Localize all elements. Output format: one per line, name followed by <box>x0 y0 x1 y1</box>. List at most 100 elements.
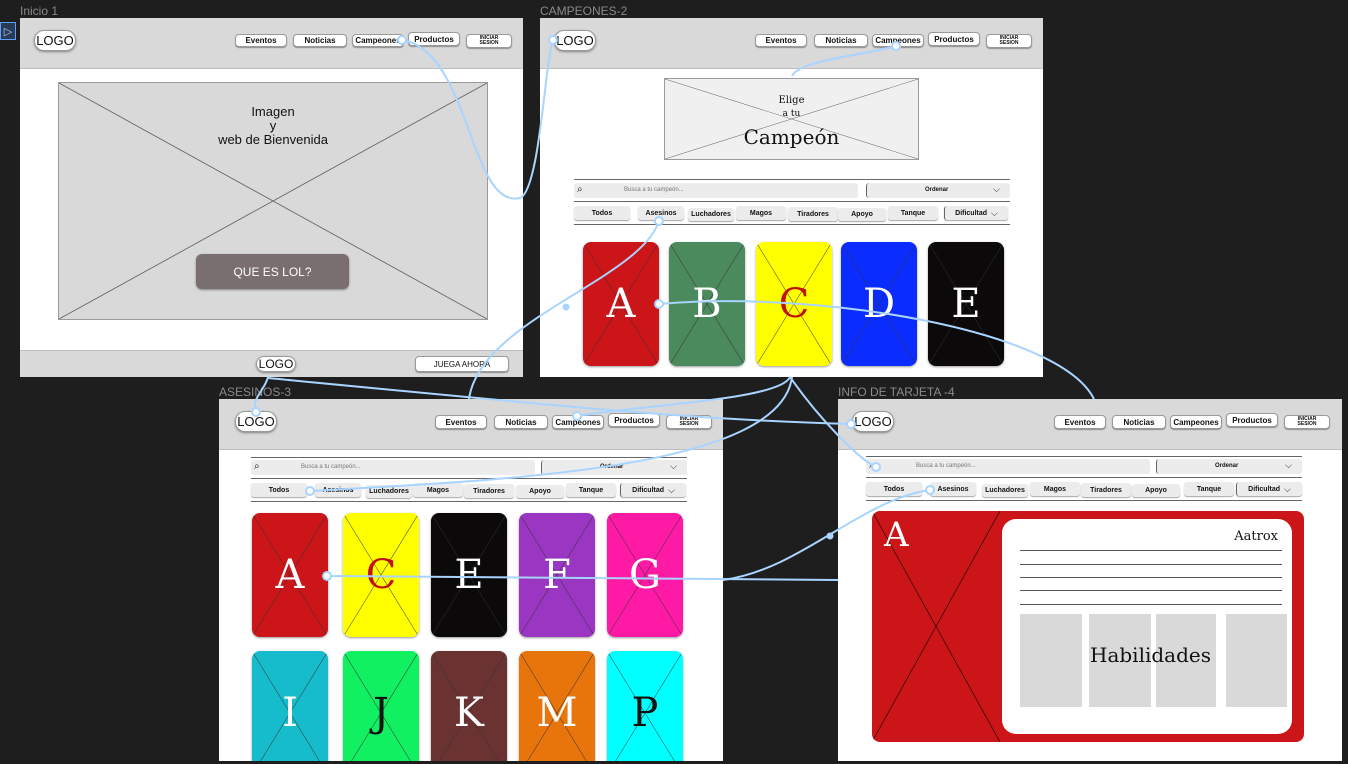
ability-slot[interactable] <box>1020 614 1082 707</box>
logo[interactable]: LOGO <box>235 411 277 432</box>
filter-tanque[interactable]: Tanque <box>888 206 938 220</box>
chevron-down-icon: ⌵ <box>670 461 677 471</box>
abilities-title: Habilidades <box>1090 643 1211 667</box>
search-input[interactable]: ⌕ Busca a tu campeón... <box>574 183 858 198</box>
navbar: LOGO Eventos Noticias Campeones Producto… <box>20 18 523 69</box>
frame-label-inicio[interactable]: Inicio 1 <box>20 4 58 18</box>
search-placeholder: Busca a tu campeón... <box>301 464 361 470</box>
nav-productos-button[interactable]: Productos <box>608 413 660 427</box>
play-flow-icon[interactable]: ▷ <box>0 22 16 40</box>
nav-campeones-button[interactable]: Campeones <box>352 34 404 47</box>
champion-card[interactable]: C <box>756 242 832 366</box>
champion-card[interactable]: P <box>607 651 683 761</box>
filter-asesinos[interactable]: Asesinos <box>638 206 684 220</box>
champion-card[interactable]: B <box>669 242 745 366</box>
ability-slot[interactable] <box>1226 614 1287 707</box>
frame-label-campeones[interactable]: CAMPEONES-2 <box>540 4 627 18</box>
filter-magos[interactable]: Magos <box>736 206 786 220</box>
champion-card[interactable]: G <box>607 513 683 637</box>
chevron-down-icon: ⌵ <box>668 484 675 495</box>
champion-name: Aatrox <box>1234 529 1278 544</box>
nav-eventos-button[interactable]: Eventos <box>1054 415 1106 429</box>
chevron-down-icon: ⌵ <box>1285 460 1292 470</box>
champion-card[interactable]: C <box>343 513 419 637</box>
champion-card[interactable]: A <box>252 513 328 637</box>
nav-campeones-button[interactable]: Campeones <box>1170 415 1222 429</box>
logo[interactable]: LOGO <box>34 30 76 51</box>
filter-todos[interactable]: Todos <box>574 206 630 220</box>
chevron-down-icon: ⌵ <box>991 207 998 218</box>
frame-label-asesinos[interactable]: ASESINOS-3 <box>219 385 291 399</box>
frame-asesinos: LOGO Eventos Noticias Campeones Producto… <box>219 399 723 761</box>
nav-campeones-button[interactable]: Campeones <box>552 415 604 429</box>
nav-campeones-button[interactable]: Campeones <box>872 34 924 47</box>
filter-luchadores[interactable]: Luchadores <box>982 484 1028 497</box>
filter-todos[interactable]: Todos <box>866 482 922 496</box>
search-input[interactable]: ⌕ Busca a tu campeón... <box>866 459 1150 474</box>
nav-noticias-button[interactable]: Noticias <box>1112 415 1166 429</box>
filter-tiradores[interactable]: Tiradores <box>788 207 838 221</box>
champion-card[interactable]: D <box>841 242 917 366</box>
filter-luchadores[interactable]: Luchadores <box>688 208 734 221</box>
filter-magos[interactable]: Magos <box>1030 482 1080 496</box>
search-icon: ⌕ <box>577 184 583 195</box>
filter-tiradores[interactable]: Tiradores <box>464 484 514 498</box>
filter-dificultad[interactable]: Dificultad ⌵ <box>1236 482 1302 496</box>
filter-tanque[interactable]: Tanque <box>1184 482 1234 496</box>
nav-noticias-button[interactable]: Noticias <box>494 415 548 429</box>
champion-card-letter: C <box>365 552 397 598</box>
sort-dropdown[interactable]: Ordenar ⌵ <box>541 460 687 475</box>
filter-apoyo[interactable]: Apoyo <box>516 485 564 498</box>
footer-logo[interactable]: LOGO <box>256 356 296 372</box>
filter-dificultad-label: Dificultad <box>632 486 665 494</box>
filter-asesinos[interactable]: Asesinos <box>315 483 361 497</box>
frame-label-info[interactable]: INFO DE TARJETA -4 <box>838 385 955 399</box>
nav-noticias-button[interactable]: Noticias <box>293 34 347 47</box>
frame-campeones: LOGO Eventos Noticias Campeones Producto… <box>540 18 1043 377</box>
champion-card[interactable]: F <box>519 513 595 637</box>
hero-text: Imagen y web de Bienvenida <box>59 105 487 147</box>
filter-todos[interactable]: Todos <box>251 483 307 497</box>
logo[interactable]: LOGO <box>852 411 894 432</box>
nav-noticias-button[interactable]: Noticias <box>814 34 868 47</box>
champion-card[interactable]: E <box>928 242 1004 366</box>
champion-detail-card: A Aatrox Habilidades <box>872 511 1304 742</box>
nav-login-button[interactable]: INICIAR SESION <box>466 34 512 48</box>
champion-card[interactable]: K <box>431 651 507 761</box>
filter-asesinos[interactable]: Asesinos <box>930 482 976 496</box>
filter-apoyo[interactable]: Apoyo <box>838 208 886 221</box>
champion-card[interactable]: M <box>519 651 595 761</box>
card-letter: A <box>884 515 909 555</box>
juega-ahora-button[interactable]: JUEGA AHORA <box>415 356 509 372</box>
nav-productos-button[interactable]: Productos <box>928 32 980 46</box>
filter-dificultad[interactable]: Dificultad ⌵ <box>944 206 1008 220</box>
nav-eventos-button[interactable]: Eventos <box>235 34 287 47</box>
champion-card[interactable]: J <box>343 651 419 761</box>
filter-dificultad[interactable]: Dificultad ⌵ <box>620 483 686 497</box>
banner-line2: a tu <box>782 109 801 119</box>
champion-card[interactable]: E <box>431 513 507 637</box>
search-input[interactable]: ⌕ Busca a tu campeón... <box>251 460 535 475</box>
nav-eventos-button[interactable]: Eventos <box>755 34 807 47</box>
nav-productos-button[interactable]: Productos <box>408 32 460 46</box>
champion-card-letter: D <box>862 281 896 327</box>
filter-magos[interactable]: Magos <box>413 483 463 497</box>
champion-card-letter: A <box>275 552 305 598</box>
nav-login-button[interactable]: INICIAR SESION <box>986 34 1032 48</box>
champion-card[interactable]: I <box>252 651 328 761</box>
filter-tiradores[interactable]: Tiradores <box>1081 483 1131 497</box>
nav-login-button[interactable]: INICIAR SESION <box>1284 415 1330 429</box>
navbar: LOGO Eventos Noticias Campeones Producto… <box>219 399 723 450</box>
sort-dropdown[interactable]: Ordenar ⌵ <box>1156 459 1302 474</box>
sort-dropdown[interactable]: Ordenar ⌵ <box>866 183 1010 198</box>
logo[interactable]: LOGO <box>554 30 596 51</box>
nav-productos-button[interactable]: Productos <box>1226 413 1278 427</box>
filter-apoyo[interactable]: Apoyo <box>1132 484 1180 497</box>
banner-title: Campeón <box>743 125 840 149</box>
nav-eventos-button[interactable]: Eventos <box>435 415 487 429</box>
que-es-lol-button[interactable]: QUE ES LOL? <box>196 254 349 289</box>
champion-card[interactable]: A <box>583 242 659 366</box>
nav-login-button[interactable]: INICIAR SESION <box>666 415 712 429</box>
filter-tanque[interactable]: Tanque <box>566 483 616 497</box>
filter-luchadores[interactable]: Luchadores <box>366 485 412 498</box>
